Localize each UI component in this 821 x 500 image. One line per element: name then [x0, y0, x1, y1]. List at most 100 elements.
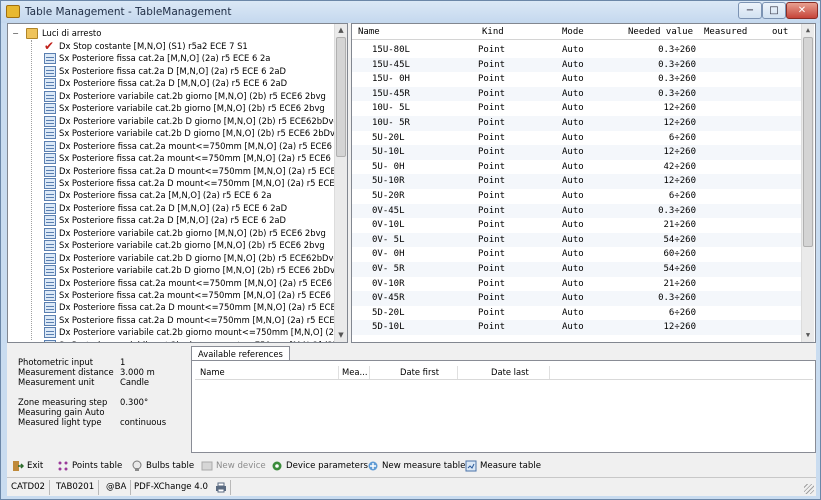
col-measured[interactable]: Measured — [704, 24, 747, 40]
tree-item[interactable]: Sx Posteriore fissa cat.2a D [M,N,O] (2a… — [44, 214, 334, 227]
table-row[interactable]: 5U- 0H Point Auto 42÷260 — [352, 160, 802, 175]
scroll-down-icon[interactable]: ▼ — [335, 329, 347, 341]
tab-available-references[interactable]: Available references — [191, 346, 290, 361]
cell-kind: Point — [478, 307, 506, 318]
tree-item[interactable]: Dx Posteriore fissa cat.2a mount<=750mm … — [44, 140, 347, 153]
ref-col-measure[interactable]: Mea... — [342, 365, 368, 380]
col-out[interactable]: out — [772, 24, 788, 40]
cell-needed: 12÷260 — [663, 118, 696, 128]
tree-item[interactable]: Sx Posteriore variabile cat.2b D giorno … — [44, 264, 340, 277]
tree-item[interactable]: Dx Posteriore fissa cat.2a D [M,N,O] (2a… — [44, 77, 334, 90]
tree-item[interactable]: Dx Posteriore variabile cat.2b giorno [M… — [44, 227, 334, 240]
cell-name: 0V- 0H — [372, 249, 405, 260]
tree-item[interactable]: Sx Posteriore fissa cat.2a D [M,N,O] (2a… — [44, 65, 334, 78]
table-row[interactable]: 10U- 5R Point Auto 12÷260 — [352, 116, 802, 131]
tree-item[interactable]: Sx Posteriore variabile cat.2b giorno mo… — [44, 339, 347, 342]
tree-item[interactable]: Dx Posteriore fissa cat.2a D mount<=750m… — [44, 301, 347, 314]
tree-item[interactable]: ✔ Dx Stop costante [M,N,O] (S1) r5a2 ECE … — [44, 40, 334, 53]
table-row[interactable]: 15U-80L Point Auto 0.3÷260 — [352, 43, 802, 58]
tree-item[interactable]: Dx Posteriore fissa cat.2a D [M,N,O] (2a… — [44, 202, 334, 215]
cell-mode: Auto — [562, 307, 584, 318]
cell-needed: 12÷260 — [663, 322, 696, 333]
scroll-thumb[interactable] — [336, 37, 346, 157]
points-grid[interactable]: Name Kind Mode Needed value Measured out… — [351, 23, 816, 343]
column-separator[interactable] — [549, 366, 550, 379]
tree-item[interactable]: Dx Posteriore fissa cat.2a D mount<=750m… — [44, 165, 347, 178]
table-row[interactable]: 0V- 0H Point Auto 60÷260 — [352, 247, 802, 262]
table-icon — [44, 327, 56, 339]
table-row[interactable]: 0V-10L Point Auto 21÷260 — [352, 218, 802, 233]
tree-vertical-scrollbar[interactable]: ▲ ▼ — [334, 24, 347, 342]
tree-item[interactable]: Dx Posteriore variabile cat.2b D giorno … — [44, 252, 339, 265]
collapse-icon[interactable]: − — [11, 29, 20, 38]
ref-col-date-last[interactable]: Date last — [491, 365, 529, 380]
grid-scroll-thumb[interactable] — [803, 37, 813, 247]
grid-scroll-up-icon[interactable]: ▲ — [802, 24, 814, 36]
grid-scroll-down-icon[interactable]: ▼ — [802, 329, 814, 341]
cell-kind: Point — [478, 103, 506, 114]
grid-vertical-scrollbar[interactable]: ▲ ▼ — [801, 24, 814, 342]
tree-item[interactable]: Sx Posteriore variabile cat.2b giorno [M… — [44, 239, 334, 252]
column-separator[interactable] — [338, 366, 339, 379]
tree-item[interactable]: Sx Posteriore fissa cat.2a D mount<=750m… — [44, 177, 347, 190]
col-kind[interactable]: Kind — [482, 24, 504, 40]
cell-mode: Auto — [562, 59, 584, 70]
cell-kind: Point — [478, 88, 506, 99]
cell-needed: 0.3÷260 — [658, 74, 696, 85]
tree-item-label: Dx Posteriore fissa cat.2a mount<=750mm … — [59, 140, 348, 151]
tree-item[interactable]: Sx Posteriore variabile cat.2b giorno [M… — [44, 102, 334, 115]
ref-col-date-first[interactable]: Date first — [400, 365, 439, 380]
table-row[interactable]: 5D-20L Point Auto 6÷260 — [352, 306, 802, 321]
table-icon — [44, 90, 56, 102]
table-row[interactable]: 0V-45L Point Auto 0.3÷260 — [352, 203, 802, 219]
table-icon — [44, 165, 56, 177]
cell-needed: 0.3÷260 — [658, 205, 696, 216]
table-row[interactable]: 0V-45R Point Auto 0.3÷260 — [352, 291, 802, 306]
table-row[interactable]: 5U-20L Point Auto 6÷260 — [352, 131, 802, 146]
title-bar[interactable]: Table Management - TableManagement − □ ✕ — [1, 1, 820, 23]
maximize-button[interactable]: □ — [762, 2, 786, 19]
table-row[interactable]: 15U-45L Point Auto 0.3÷260 — [352, 57, 802, 73]
close-button[interactable]: ✕ — [786, 2, 818, 19]
table-row[interactable]: 5U-10R Point Auto 12÷260 — [352, 174, 802, 189]
column-separator[interactable] — [457, 366, 458, 379]
cell-name: 5U-20L — [372, 132, 405, 143]
table-row[interactable]: 0V-10R Point Auto 21÷260 — [352, 277, 802, 292]
tree-item[interactable]: Sx Posteriore fissa cat.2a mount<=750mm … — [44, 152, 347, 165]
table-row[interactable]: 15U-45R Point Auto 0.3÷260 — [352, 86, 802, 102]
tree-item[interactable]: Dx Posteriore fissa cat.2a [M,N,O] (2a) … — [44, 189, 334, 202]
references-panel[interactable]: Name Mea... Date first Date last — [191, 360, 816, 453]
tree-item[interactable]: Dx Posteriore variabile cat.2b giorno [M… — [44, 90, 334, 103]
table-row[interactable]: 5U-20R Point Auto 6÷260 — [352, 189, 802, 204]
tree-item[interactable]: Sx Posteriore variabile cat.2b D giorno … — [44, 127, 340, 140]
scroll-up-icon[interactable]: ▲ — [335, 24, 347, 36]
col-mode[interactable]: Mode — [562, 24, 584, 40]
tree-item[interactable]: Dx Posteriore fissa cat.2a mount<=750mm … — [44, 277, 347, 290]
cell-name: 0V- 5R — [372, 264, 405, 274]
tree-item[interactable]: Sx Posteriore fissa cat.2a [M,N,O] (2a) … — [44, 52, 334, 65]
cell-kind: Point — [478, 278, 506, 289]
tree-item[interactable]: Sx Posteriore fissa cat.2a mount<=750mm … — [44, 289, 347, 302]
ref-col-name[interactable]: Name — [200, 365, 225, 380]
tree-item[interactable]: Dx Posteriore variabile cat.2b D giorno … — [44, 115, 339, 128]
table-row[interactable]: 15U- 0H Point Auto 0.3÷260 — [352, 72, 802, 87]
tree-root[interactable]: − Luci di arresto — [8, 27, 338, 40]
table-row[interactable]: 5U-10L Point Auto 12÷260 — [352, 145, 802, 160]
zone-measuring-step: Zone measuring step 0.300° — [18, 397, 149, 407]
table-row[interactable]: 0V- 5L Point Auto 54÷260 — [352, 232, 802, 248]
tree-item[interactable]: Dx Posteriore variabile cat.2b giorno mo… — [44, 326, 347, 339]
table-row[interactable]: 0V- 5R Point Auto 54÷260 — [352, 262, 802, 277]
minimize-button[interactable]: − — [738, 2, 762, 19]
column-separator[interactable] — [369, 366, 370, 379]
tree-panel[interactable]: − Luci di arresto ✔ Dx Stop costante [M,N… — [7, 23, 348, 343]
tree-item[interactable]: Sx Posteriore fissa cat.2a D mount<=750m… — [44, 314, 347, 327]
cell-name: 15U-45L — [372, 59, 410, 70]
col-needed[interactable]: Needed value — [628, 24, 693, 40]
resize-grip[interactable] — [804, 484, 814, 494]
cell-name: 0V- 5L — [372, 234, 405, 245]
col-name[interactable]: Name — [358, 24, 380, 40]
status-bar: CATD02 TAB0201 @BA PDF-XChange 4.0 — [7, 477, 816, 496]
cell-mode: Auto — [562, 147, 584, 158]
table-row[interactable]: 10U- 5L Point Auto 12÷260 — [352, 101, 802, 116]
table-row[interactable]: 5D-10L Point Auto 12÷260 — [352, 320, 802, 335]
